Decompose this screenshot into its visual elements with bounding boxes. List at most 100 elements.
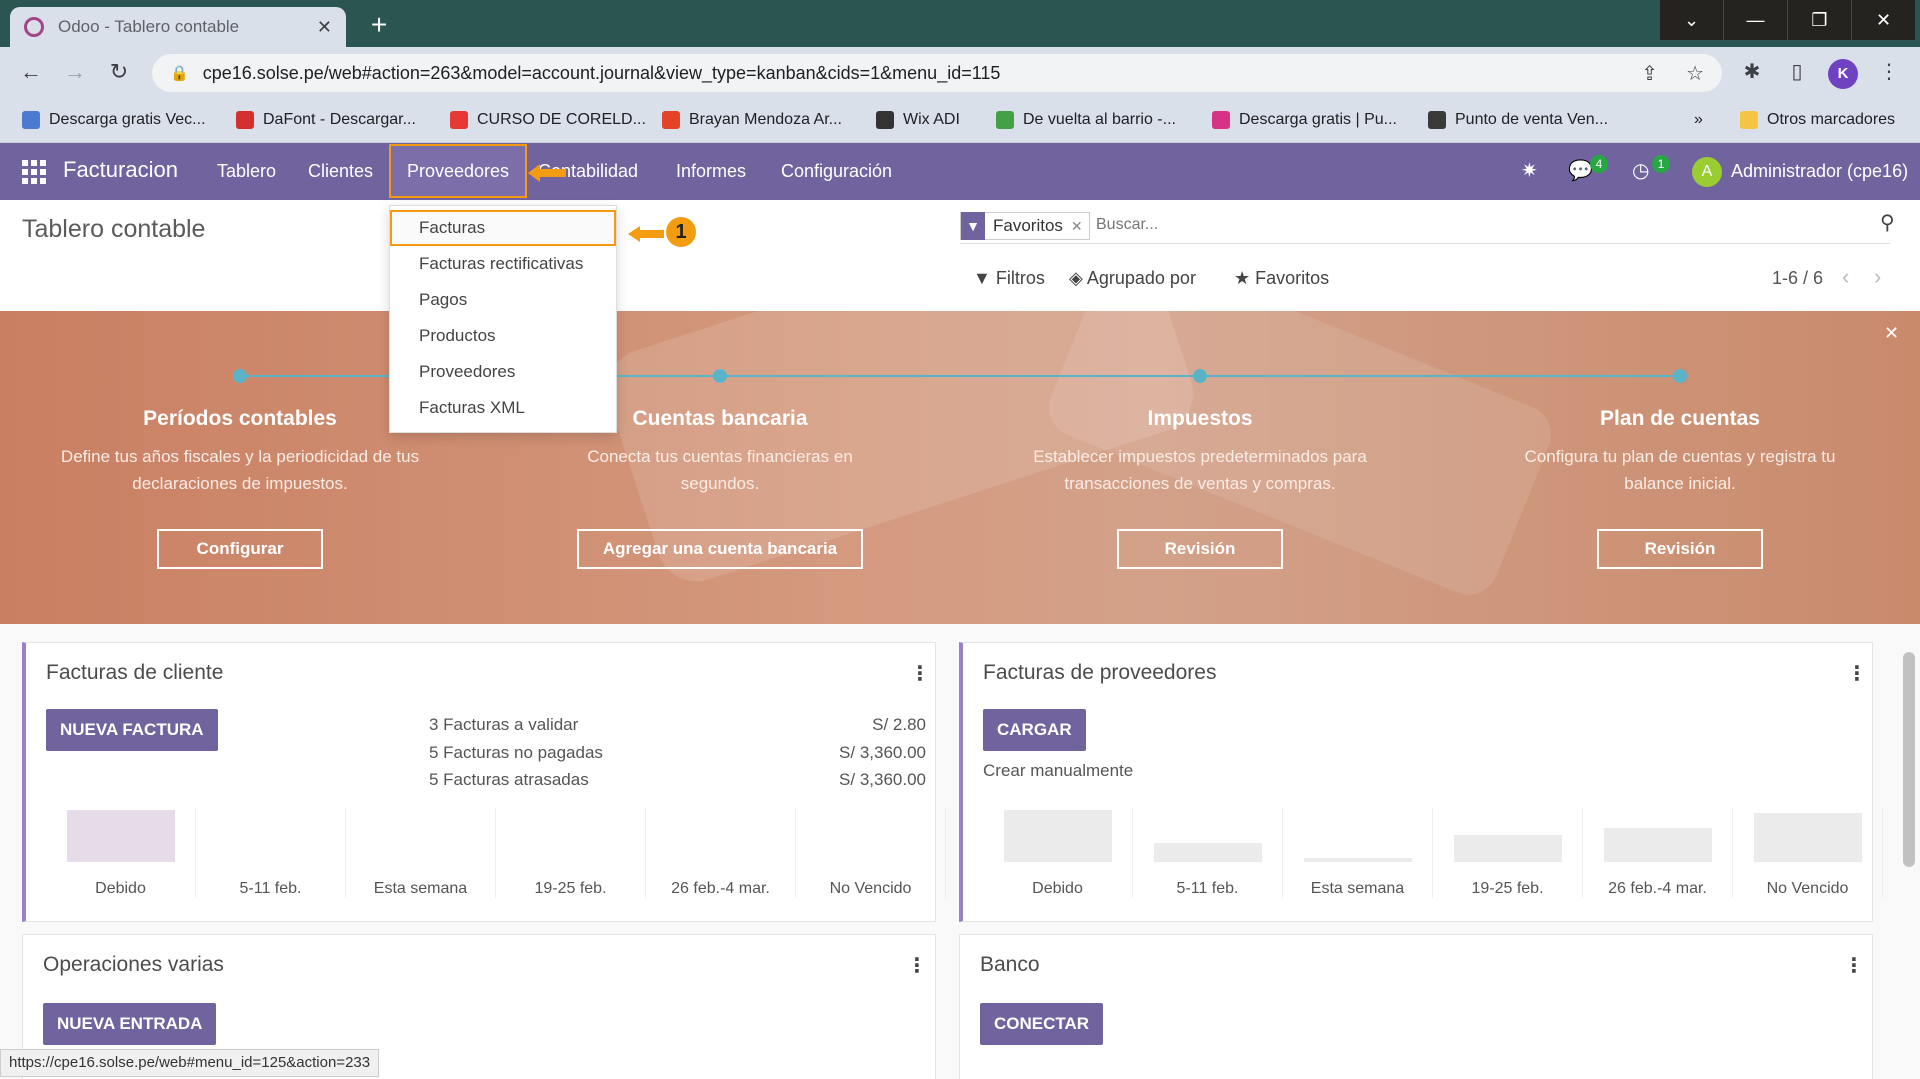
graph-bar[interactable] <box>67 810 175 862</box>
reload-icon[interactable]: ↻ <box>104 57 134 87</box>
graph-bar[interactable] <box>1154 843 1262 862</box>
search-facet[interactable]: ▼ Favoritos ✕ <box>960 212 1090 240</box>
bookmark-item[interactable]: Wix ADI <box>876 109 960 131</box>
graph-column[interactable]: Esta semana <box>1283 808 1433 898</box>
menu-tablero[interactable]: Tablero <box>217 143 276 200</box>
dropdown-item-pagos[interactable]: Pagos <box>390 282 616 318</box>
dropdown-item-productos[interactable]: Productos <box>390 318 616 354</box>
bookmark-star-icon[interactable]: ☆ <box>1686 61 1704 86</box>
menu-proveedores[interactable]: Proveedores <box>389 144 528 198</box>
dropdown-item-proveedores[interactable]: Proveedores <box>390 354 616 390</box>
layers-icon: ◈ <box>1069 268 1083 288</box>
card-menu-icon[interactable]: ⋮ <box>1844 953 1864 978</box>
graph-bar[interactable] <box>1304 858 1412 862</box>
graph-column[interactable]: No Vencido <box>1733 808 1883 898</box>
stat-label[interactable]: 3 Facturas a validar <box>429 715 578 735</box>
graph-column[interactable]: 26 feb.-4 mar. <box>646 808 796 898</box>
review-taxes-button[interactable]: Revisión <box>1116 529 1284 569</box>
user-avatar[interactable]: A <box>1692 157 1722 187</box>
dropdown-item-facturas-rectificativas[interactable]: Facturas rectificativas <box>390 246 616 282</box>
menu-configuracion[interactable]: Configuración <box>781 143 892 200</box>
menu-clientes[interactable]: Clientes <box>308 143 373 200</box>
configurar-button[interactable]: Configurar <box>156 529 324 569</box>
card-title[interactable]: Facturas de proveedores <box>983 661 1216 685</box>
close-tab-icon[interactable]: ✕ <box>317 17 332 38</box>
graph-column[interactable]: 5-11 feb. <box>196 808 346 898</box>
window-close-icon[interactable]: ✕ <box>1852 0 1915 40</box>
pager-value[interactable]: 1-6 / 6 <box>1772 268 1823 289</box>
card-menu-icon[interactable]: ⋮ <box>907 953 927 978</box>
bookmark-item[interactable]: DaFont - Descargar... <box>236 109 416 131</box>
scrollbar-thumb[interactable] <box>1903 652 1915 867</box>
extensions-icon[interactable]: ✱ <box>1737 57 1767 87</box>
graph-column[interactable]: 19-25 feb. <box>1433 808 1583 898</box>
graph-column[interactable]: 26 feb.-4 mar. <box>1583 808 1733 898</box>
side-panel-icon[interactable]: ▯ <box>1782 57 1812 87</box>
other-bookmarks[interactable]: Otros marcadores <box>1740 109 1895 131</box>
review-chart-button[interactable]: Revisión <box>1596 529 1764 569</box>
search-input[interactable] <box>1096 216 1696 234</box>
filters-button[interactable]: ▼ Filtros <box>973 268 1045 289</box>
bookmark-item[interactable]: Punto de venta Ven... <box>1428 109 1608 131</box>
tab-search-icon[interactable]: ⌄ <box>1660 0 1723 40</box>
activities-clock-icon[interactable]: ◷ <box>1632 158 1649 183</box>
forward-icon[interactable]: → <box>60 57 90 87</box>
step-description: Define tus años fiscales y la periodicid… <box>60 447 420 493</box>
page-scrollbar[interactable] <box>1898 632 1920 1072</box>
share-icon[interactable]: ⇪ <box>1641 61 1658 86</box>
user-menu[interactable]: Administrador (cpe16) <box>1731 161 1908 182</box>
step-dot <box>233 369 247 383</box>
graph-bar[interactable] <box>1004 810 1112 862</box>
minimize-icon[interactable]: — <box>1724 0 1787 40</box>
profile-avatar[interactable]: K <box>1828 59 1858 89</box>
group-by-button[interactable]: ◈ Agrupado por <box>1069 268 1196 289</box>
menu-informes[interactable]: Informes <box>676 143 746 200</box>
nueva-entrada-button[interactable]: NUEVA ENTRADA <box>43 1003 217 1045</box>
card-title[interactable]: Banco <box>980 953 1040 977</box>
browser-tab[interactable]: Odoo - Tablero contable ✕ <box>10 7 346 47</box>
search-icon[interactable]: ⚲ <box>1880 210 1895 235</box>
address-bar[interactable]: 🔒 cpe16.solse.pe/web#action=263&model=ac… <box>152 54 1722 92</box>
browser-menu-icon[interactable]: ⋮ <box>1874 57 1904 87</box>
conectar-button[interactable]: CONECTAR <box>980 1003 1104 1045</box>
graph-column[interactable]: No Vencido <box>796 808 946 898</box>
crear-manualmente-link[interactable]: Crear manualmente <box>983 761 1133 781</box>
app-brand[interactable]: Facturacion <box>63 157 178 183</box>
graph-column[interactable]: Esta semana <box>346 808 496 898</box>
graph-column[interactable]: 19-25 feb. <box>496 808 646 898</box>
card-title[interactable]: Facturas de cliente <box>46 661 223 685</box>
nueva-factura-button[interactable]: NUEVA FACTURA <box>46 709 218 751</box>
card-title[interactable]: Operaciones varias <box>43 953 224 977</box>
card-menu-icon[interactable]: ⋮ <box>1847 661 1867 686</box>
cargar-button[interactable]: CARGAR <box>983 709 1086 751</box>
bookmark-item[interactable]: Brayan Mendoza Ar... <box>662 109 842 131</box>
restore-icon[interactable]: ❐ <box>1788 0 1851 40</box>
bookmark-item[interactable]: Descarga gratis Vec... <box>22 109 206 131</box>
dropdown-item-facturas-xml[interactable]: Facturas XML <box>390 390 616 426</box>
debug-bug-icon[interactable]: ✷ <box>1521 158 1538 183</box>
stat-label[interactable]: 5 Facturas atrasadas <box>429 770 589 790</box>
apps-grid-icon[interactable] <box>22 160 46 184</box>
back-icon[interactable]: ← <box>16 57 46 87</box>
stat-label[interactable]: 5 Facturas no pagadas <box>429 743 603 763</box>
bookmark-item[interactable]: De vuelta al barrio -... <box>996 109 1176 131</box>
pager-prev-icon[interactable]: ‹ <box>1842 264 1849 290</box>
remove-facet-icon[interactable]: ✕ <box>1071 218 1089 235</box>
favorites-button[interactable]: ★ Favoritos <box>1234 268 1329 289</box>
close-banner-icon[interactable]: ✕ <box>1884 323 1899 344</box>
dropdown-item-facturas[interactable]: Facturas <box>390 210 616 246</box>
graph-bar[interactable] <box>1454 834 1562 862</box>
add-bank-account-button[interactable]: Agregar una cuenta bancaria <box>576 529 864 569</box>
graph-bar[interactable] <box>1754 813 1862 862</box>
pager-next-icon[interactable]: › <box>1874 264 1881 290</box>
graph-column[interactable]: Debido <box>983 808 1133 898</box>
bookmark-item[interactable]: Descarga gratis | Pu... <box>1212 109 1397 131</box>
graph-bar[interactable] <box>1604 827 1712 862</box>
graph-column[interactable]: 5-11 feb. <box>1133 808 1283 898</box>
graph-column[interactable]: Debido <box>46 808 196 898</box>
card-menu-icon[interactable]: ⋮ <box>910 661 930 686</box>
bookmark-item[interactable]: CURSO DE CORELD... <box>450 109 646 131</box>
new-tab-icon[interactable]: + <box>362 8 396 42</box>
card-facturas-proveedores: Facturas de proveedores ⋮ CARGAR Crear m… <box>959 642 1883 922</box>
bookmarks-more-icon[interactable]: » <box>1694 109 1703 131</box>
